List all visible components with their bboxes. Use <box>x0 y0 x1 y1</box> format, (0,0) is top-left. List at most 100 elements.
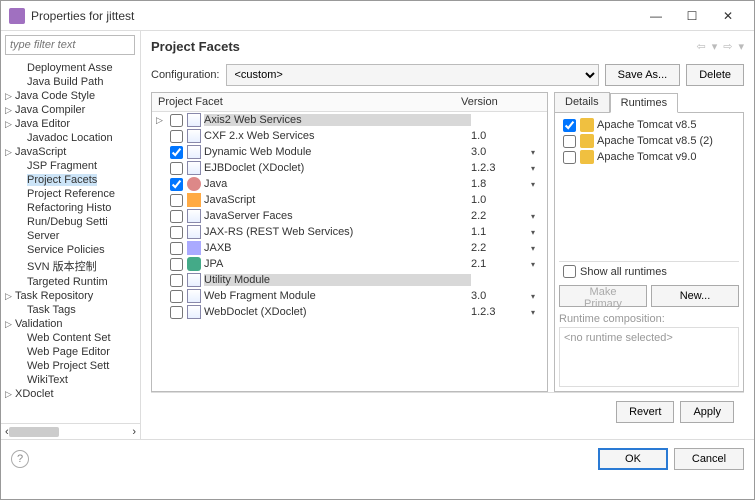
close-button[interactable]: ✕ <box>710 2 746 30</box>
facet-row[interactable]: Dynamic Web Module3.0▾ <box>152 144 547 160</box>
tree-item[interactable]: ▷Java Code Style <box>1 89 140 103</box>
filter-input[interactable] <box>5 35 135 55</box>
runtime-comp-box: <no runtime selected> <box>559 327 739 387</box>
forward-icon[interactable]: ⇨ <box>723 40 732 53</box>
facets-table: Project Facet Version ▷Axis2 Web Service… <box>151 92 548 392</box>
apply-button[interactable]: Apply <box>680 401 734 423</box>
facet-checkbox[interactable] <box>170 306 183 319</box>
show-all-checkbox[interactable] <box>563 265 576 278</box>
tree-item[interactable]: Server <box>1 229 140 243</box>
tree-item[interactable]: JSP Fragment <box>1 159 140 173</box>
tree-item[interactable]: ▷JavaScript <box>1 145 140 159</box>
facet-icon <box>187 113 201 127</box>
facet-icon <box>187 209 201 223</box>
tree-item[interactable]: WikiText <box>1 373 140 387</box>
runtime-row[interactable]: Apache Tomcat v9.0 <box>559 149 739 165</box>
facet-checkbox[interactable] <box>170 210 183 223</box>
config-label: Configuration: <box>151 69 220 81</box>
runtime-row[interactable]: Apache Tomcat v8.5 <box>559 117 739 133</box>
revert-button[interactable]: Revert <box>616 401 674 423</box>
facet-row[interactable]: JAX-RS (REST Web Services)1.1▾ <box>152 224 547 240</box>
tree-item[interactable]: Task Tags <box>1 303 140 317</box>
maximize-button[interactable]: ☐ <box>674 2 710 30</box>
facet-checkbox[interactable] <box>170 162 183 175</box>
tree-item[interactable]: ▷Task Repository <box>1 289 140 303</box>
tree-scrollbar[interactable]: ‹› <box>1 423 140 439</box>
new-runtime-button[interactable]: New... <box>651 285 739 307</box>
tree-item[interactable]: ▷Java Compiler <box>1 103 140 117</box>
tree-item[interactable]: Targeted Runtim <box>1 275 140 289</box>
facet-checkbox[interactable] <box>170 258 183 271</box>
save-as-button[interactable]: Save As... <box>605 64 681 86</box>
tree-item[interactable]: Service Policies <box>1 243 140 257</box>
facets-list[interactable]: ▷Axis2 Web ServicesCXF 2.x Web Services1… <box>152 112 547 391</box>
minimize-button[interactable]: — <box>638 2 674 30</box>
tree-item[interactable]: Javadoc Location <box>1 131 140 145</box>
tree-item[interactable]: Web Page Editor <box>1 345 140 359</box>
help-icon[interactable]: ? <box>11 450 29 468</box>
make-primary-button[interactable]: Make Primary <box>559 285 647 307</box>
delete-button[interactable]: Delete <box>686 64 744 86</box>
facet-icon <box>187 145 201 159</box>
runtime-checkbox[interactable] <box>563 119 576 132</box>
back-icon[interactable]: ⇦ <box>697 40 706 53</box>
config-select[interactable]: <custom> <box>226 64 599 86</box>
runtime-checkbox[interactable] <box>563 151 576 164</box>
tab-details[interactable]: Details <box>554 92 610 112</box>
facet-row[interactable]: ▷Axis2 Web Services <box>152 112 547 128</box>
facet-row[interactable]: Web Fragment Module3.0▾ <box>152 288 547 304</box>
facet-icon <box>187 177 201 191</box>
ok-button[interactable]: OK <box>598 448 668 470</box>
tree-item[interactable]: Run/Debug Setti <box>1 215 140 229</box>
runtime-comp-label: Runtime composition: <box>559 313 739 325</box>
tree-item[interactable]: ▷Java Editor <box>1 117 140 131</box>
window-title: Properties for jittest <box>31 9 638 23</box>
nav-tree[interactable]: Deployment AsseJava Build Path▷Java Code… <box>1 59 140 423</box>
facet-checkbox[interactable] <box>170 242 183 255</box>
facet-row[interactable]: WebDoclet (XDoclet)1.2.3▾ <box>152 304 547 320</box>
facet-checkbox[interactable] <box>170 130 183 143</box>
facet-row[interactable]: EJBDoclet (XDoclet)1.2.3▾ <box>152 160 547 176</box>
tab-runtimes[interactable]: Runtimes <box>610 93 678 113</box>
tree-item[interactable]: Web Content Set <box>1 331 140 345</box>
tree-item[interactable]: Refactoring Histo <box>1 201 140 215</box>
facet-row[interactable]: Utility Module <box>152 272 547 288</box>
tree-item[interactable]: Project Facets <box>1 173 140 187</box>
tree-item[interactable]: ▷Validation <box>1 317 140 331</box>
cancel-button[interactable]: Cancel <box>674 448 744 470</box>
facet-icon <box>187 161 201 175</box>
facet-row[interactable]: JavaScript1.0 <box>152 192 547 208</box>
facet-checkbox[interactable] <box>170 178 183 191</box>
runtime-row[interactable]: Apache Tomcat v8.5 (2) <box>559 133 739 149</box>
facet-checkbox[interactable] <box>170 274 183 287</box>
page-title: Project Facets <box>151 39 697 54</box>
tree-item[interactable]: Web Project Sett <box>1 359 140 373</box>
facet-checkbox[interactable] <box>170 146 183 159</box>
runtime-list[interactable]: Apache Tomcat v8.5Apache Tomcat v8.5 (2)… <box>559 117 739 257</box>
facet-row[interactable]: CXF 2.x Web Services1.0 <box>152 128 547 144</box>
col-version: Version <box>461 96 541 108</box>
facet-row[interactable]: JPA2.1▾ <box>152 256 547 272</box>
facet-row[interactable]: JavaServer Faces2.2▾ <box>152 208 547 224</box>
facet-row[interactable]: Java1.8▾ <box>152 176 547 192</box>
tree-item[interactable]: ▷XDoclet <box>1 387 140 401</box>
nav-icons: ⇦▾ ⇨▾ <box>697 40 745 53</box>
tree-item[interactable]: Project Reference <box>1 187 140 201</box>
facet-icon <box>187 257 201 271</box>
facet-row[interactable]: JAXB2.2▾ <box>152 240 547 256</box>
tree-item[interactable]: Deployment Asse <box>1 61 140 75</box>
col-facet: Project Facet <box>158 96 461 108</box>
runtime-checkbox[interactable] <box>563 135 576 148</box>
app-icon <box>9 8 25 24</box>
facet-icon <box>187 129 201 143</box>
tomcat-icon <box>580 118 594 132</box>
facet-checkbox[interactable] <box>170 194 183 207</box>
facet-checkbox[interactable] <box>170 114 183 127</box>
facet-checkbox[interactable] <box>170 290 183 303</box>
tomcat-icon <box>580 134 594 148</box>
tree-item[interactable]: SVN 版本控制 <box>1 257 140 275</box>
tree-item[interactable]: Java Build Path <box>1 75 140 89</box>
tomcat-icon <box>580 150 594 164</box>
facet-checkbox[interactable] <box>170 226 183 239</box>
titlebar: Properties for jittest — ☐ ✕ <box>1 1 754 31</box>
